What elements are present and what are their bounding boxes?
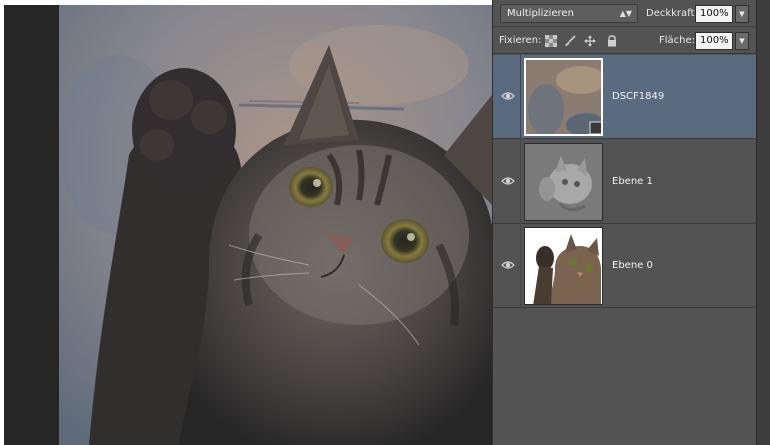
layers-list-empty-area <box>493 308 757 445</box>
visibility-toggle[interactable] <box>493 55 521 139</box>
chevron-down-icon: ▼ <box>739 10 745 18</box>
blend-mode-value: Multiplizieren <box>507 8 574 19</box>
canvas-pasteboard <box>4 5 59 445</box>
fill-input[interactable]: 100% <box>695 32 733 50</box>
fill-label: Fläche: <box>659 35 696 46</box>
eye-icon <box>501 177 515 185</box>
layer-row-ebene-1[interactable]: Ebene 1 <box>493 140 757 224</box>
visibility-toggle[interactable] <box>493 140 521 224</box>
opacity-label: Deckkraft: <box>646 8 698 19</box>
canvas-area[interactable] <box>0 0 492 445</box>
layer-thumbnail[interactable] <box>524 143 603 221</box>
layer-row-dscf1849[interactable]: DSCF1849 <box>493 55 757 139</box>
layer-row-ebene-0[interactable]: Ebene 0 <box>493 224 757 308</box>
layer-thumbnail[interactable] <box>524 58 603 136</box>
blend-options-row: Multiplizieren ▲▼ Deckkraft: 100% ▼ <box>493 0 757 27</box>
opacity-input[interactable]: 100% <box>695 5 733 23</box>
layers-panel: Multiplizieren ▲▼ Deckkraft: 100% ▼ Fixi… <box>492 0 757 445</box>
layer-thumbnail[interactable] <box>524 227 603 305</box>
gray-cat-thumbnail <box>525 144 602 220</box>
texture-thumbnail <box>526 60 601 134</box>
blend-mode-select[interactable]: Multiplizieren ▲▼ <box>500 4 638 23</box>
chevron-down-icon: ▼ <box>739 37 745 45</box>
lock-label: Fixieren: <box>499 35 542 46</box>
checker-lock-icon[interactable] <box>545 35 557 47</box>
brush-lock-icon[interactable] <box>564 35 576 47</box>
eye-icon <box>501 261 515 269</box>
cat-photo <box>59 5 492 445</box>
eye-icon <box>501 92 515 100</box>
visibility-toggle[interactable] <box>493 224 521 308</box>
layer-name[interactable]: Ebene 1 <box>612 140 653 224</box>
layer-name[interactable]: DSCF1849 <box>612 55 664 139</box>
up-down-arrows-icon: ▲▼ <box>619 9 632 18</box>
lock-options-row: Fixieren: Fläche: 100% ▼ <box>493 27 757 54</box>
padlock-icon[interactable] <box>606 35 618 47</box>
cat-photo-thumbnail <box>525 228 602 304</box>
panel-side-strip <box>756 0 770 445</box>
fill-dropdown-button[interactable]: ▼ <box>735 32 749 50</box>
move-lock-icon[interactable] <box>584 35 596 47</box>
document-image[interactable] <box>59 5 492 445</box>
opacity-dropdown-button[interactable]: ▼ <box>735 5 749 23</box>
layer-name[interactable]: Ebene 0 <box>612 224 653 308</box>
